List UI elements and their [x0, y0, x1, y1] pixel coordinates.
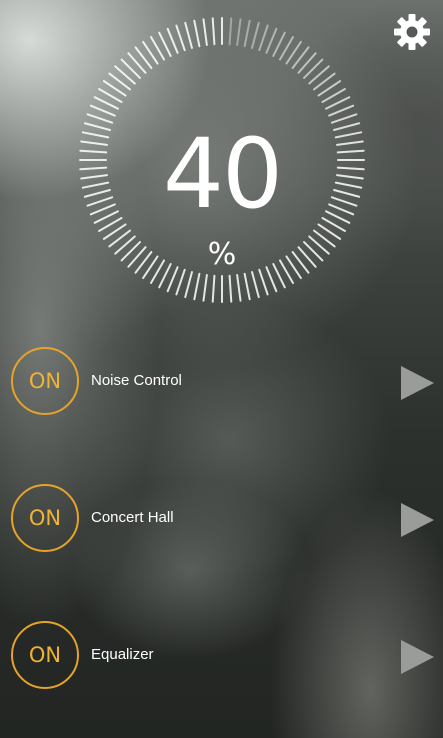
dial-tick [184, 271, 193, 299]
dial-tick [328, 104, 355, 117]
feature-row-equalizer[interactable]: ON Equalizer [0, 621, 443, 695]
equalizer-label: Equalizer [91, 646, 154, 663]
dial-tick [251, 21, 260, 49]
noise-level-dial[interactable]: 40 % [78, 16, 366, 304]
noise-control-label: Noise Control [91, 372, 182, 389]
dial-tick [243, 272, 251, 301]
dial-tick [258, 24, 269, 52]
concert-hall-label: Concert Hall [91, 509, 174, 526]
equalizer-arrow-icon[interactable] [399, 639, 435, 675]
dial-tick [236, 18, 242, 46]
dial-tick [202, 274, 208, 302]
noise-control-arrow-icon[interactable] [399, 365, 435, 401]
dial-tick [228, 274, 233, 303]
concert-hall-toggle[interactable]: ON [11, 484, 79, 552]
equalizer-toggle[interactable]: ON [11, 621, 79, 689]
dial-tick [236, 274, 242, 302]
dial-tick [202, 18, 208, 46]
gear-icon [394, 14, 430, 50]
dial-tick [89, 104, 116, 117]
dial-tick [86, 113, 114, 124]
dial-tick [175, 24, 186, 52]
dial-value: 40 [162, 118, 283, 230]
dial-tick [265, 27, 278, 54]
dial-tick [184, 21, 193, 49]
dial-tick [193, 272, 201, 301]
dial-tick [193, 19, 201, 48]
dial-tick [330, 113, 358, 124]
dial-tick [211, 17, 216, 46]
settings-button[interactable] [392, 12, 432, 52]
dial-tick [251, 271, 260, 299]
dial-unit: % [207, 237, 237, 272]
dial-tick [166, 27, 179, 54]
dial-tick [243, 19, 251, 48]
feature-row-noise-control[interactable]: ON Noise Control [0, 347, 443, 421]
concert-hall-arrow-icon[interactable] [399, 502, 435, 538]
dial-tick [175, 268, 186, 296]
dial-tick [258, 268, 269, 296]
feature-row-concert-hall[interactable]: ON Concert Hall [0, 484, 443, 558]
dial-tick [211, 274, 216, 303]
dial-tick [228, 17, 233, 46]
noise-control-toggle[interactable]: ON [11, 347, 79, 415]
